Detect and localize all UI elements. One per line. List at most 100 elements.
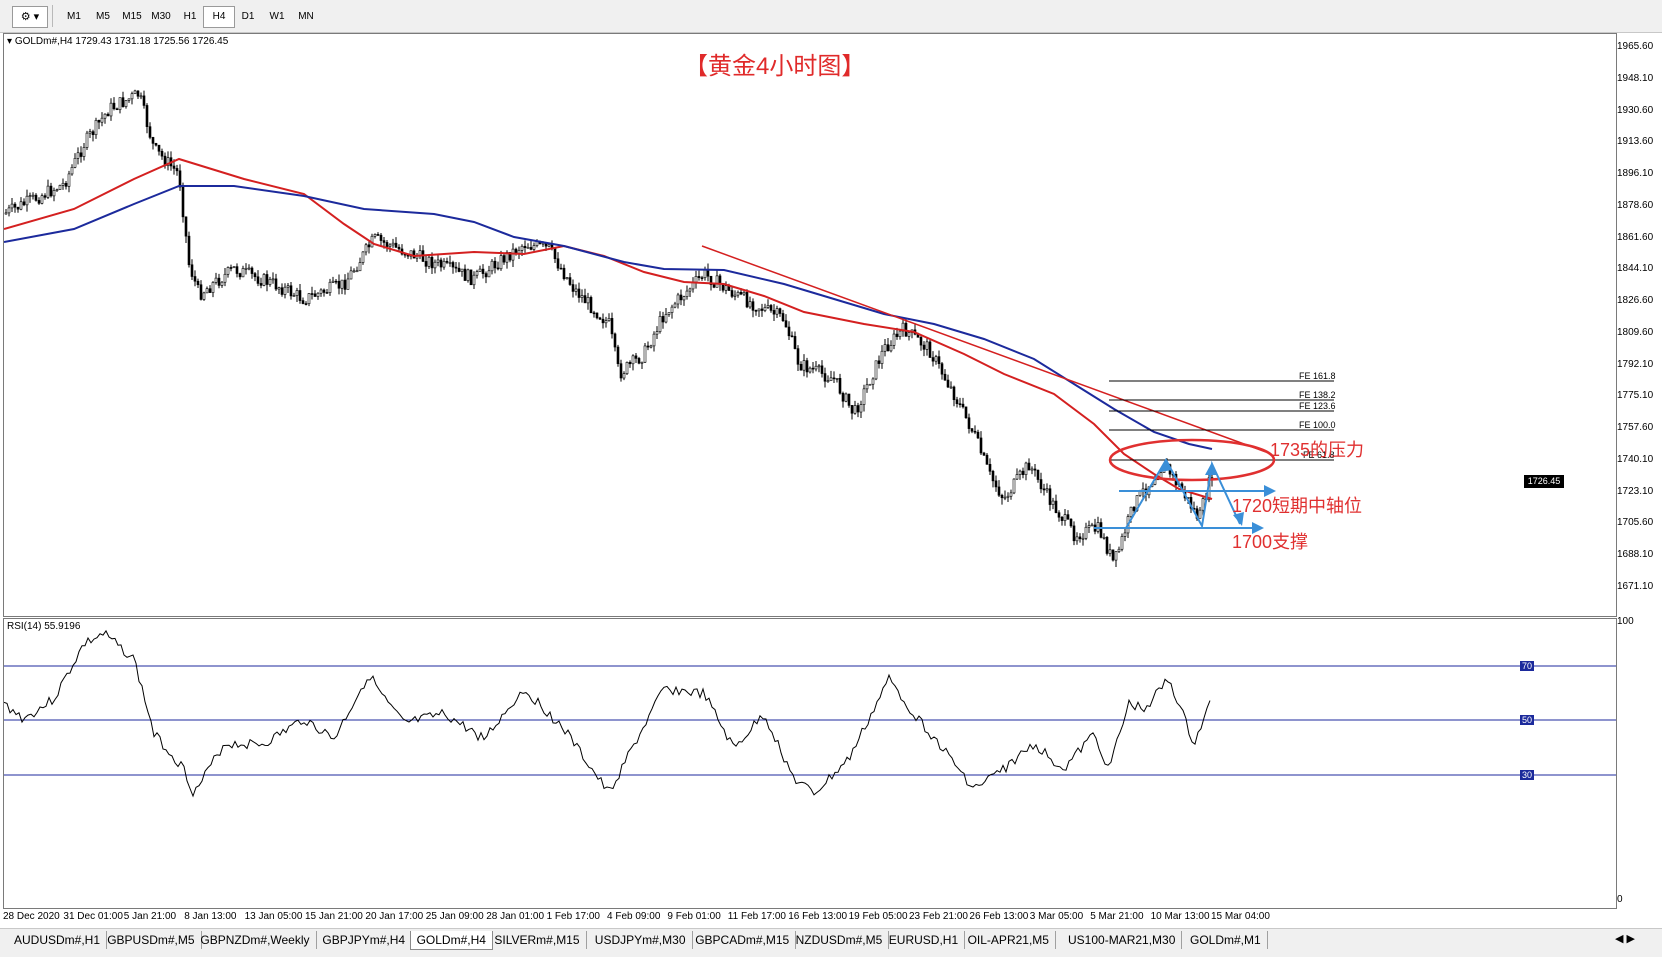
tab-scroll-arrows-icon[interactable]: ◀ ▶: [1615, 932, 1635, 945]
candle-body: [610, 318, 614, 335]
candle-body: [16, 206, 20, 210]
tab-gbpcadm-m15[interactable]: GBPCADm#,M15: [689, 931, 797, 949]
candle-body: [973, 430, 977, 433]
tab-us100-mar21-m30[interactable]: US100-MAR21,M30: [1062, 931, 1183, 949]
tab-gbpjpym-h4[interactable]: GBPJPYm#,H4: [316, 931, 413, 949]
candle-body: [298, 290, 302, 301]
candle-body: [919, 337, 923, 346]
candle-body: [451, 262, 455, 268]
candle-body: [349, 270, 353, 280]
candle-body: [592, 312, 596, 315]
price-axis-label: 1757.60: [1617, 422, 1654, 434]
candle-body: [523, 245, 527, 249]
candle-body: [520, 245, 524, 251]
candle-body: [964, 406, 968, 419]
candle-body: [202, 292, 206, 300]
candle-body: [325, 292, 329, 294]
candle-body: [1129, 506, 1133, 517]
tab-goldm-m1[interactable]: GOLDm#,M1: [1184, 931, 1268, 949]
drawing-tools-dropdown[interactable]: ⚙ ▾: [12, 6, 48, 28]
candle-body: [952, 386, 956, 401]
tab-eurusd-h1[interactable]: EURUSD,H1: [883, 931, 966, 949]
time-axis-label: 11 Feb 17:00: [727, 911, 786, 922]
candle-body: [334, 280, 338, 283]
time-axis-label: 26 Feb 13:00: [969, 911, 1029, 922]
candle-body: [820, 365, 824, 374]
candle-body: [769, 305, 773, 311]
candle-body: [91, 131, 95, 136]
candle-body: [985, 454, 989, 465]
timeframe-m1-button[interactable]: M1: [58, 6, 90, 28]
candle-body: [268, 279, 272, 285]
tab-goldm-h4[interactable]: GOLDm#,H4: [409, 931, 493, 950]
status-bar: [0, 950, 1662, 957]
tab-usdjpym-m30[interactable]: USDJPYm#,M30: [589, 931, 693, 949]
collapse-icon[interactable]: ▾: [7, 36, 12, 47]
tab-audusdm-h1[interactable]: AUDUSDm#,H1: [8, 931, 108, 949]
candle-body: [484, 273, 488, 278]
candle-body: [763, 307, 767, 311]
candle-body: [838, 377, 842, 394]
candle-body: [994, 480, 998, 488]
candle-body: [634, 355, 638, 359]
candle-body: [337, 280, 341, 289]
candle-body: [25, 195, 29, 206]
time-axis-label: 28 Dec 2020: [3, 911, 60, 922]
candle-body: [151, 137, 155, 144]
tab-gbpnzdm-weekly[interactable]: GBPNZDm#,Weekly: [194, 931, 317, 949]
candle-body: [1117, 548, 1121, 552]
timeframe-m5-button[interactable]: M5: [87, 6, 119, 28]
candle-body: [805, 360, 809, 373]
candle-body: [49, 185, 53, 197]
candle-body: [250, 267, 254, 274]
timeframe-h4-button[interactable]: H4: [203, 6, 235, 28]
timeframe-mn-button[interactable]: MN: [290, 6, 322, 28]
candle-body: [721, 283, 725, 291]
candle-body: [226, 267, 230, 275]
candle-body: [466, 269, 470, 281]
candle-body: [469, 269, 473, 286]
timeframe-h1-button[interactable]: H1: [174, 6, 206, 28]
candle-body: [568, 277, 572, 285]
candle-body: [355, 270, 359, 273]
candle-body: [475, 271, 479, 276]
candle-body: [199, 284, 203, 300]
candle-body: [109, 102, 113, 117]
tab-oil-apr21-m5[interactable]: OIL-APR21,M5: [962, 931, 1056, 949]
candle-body: [331, 280, 335, 283]
candle-body: [616, 346, 620, 364]
tab-silverm-m15[interactable]: SILVERm#,M15: [488, 931, 587, 949]
candle-body: [115, 108, 119, 111]
rsi-level-label: 70: [1520, 661, 1535, 671]
candle-body: [880, 350, 884, 364]
moving-average-red-line: [4, 157, 1213, 500]
candle-body: [190, 264, 194, 277]
candle-body: [1078, 536, 1082, 540]
timeframe-d1-button[interactable]: D1: [232, 6, 264, 28]
candle-body: [853, 405, 857, 414]
candle-body: [982, 452, 986, 456]
candle-body: [448, 262, 452, 264]
timeframe-w1-button[interactable]: W1: [261, 6, 293, 28]
candle-body: [244, 267, 248, 270]
candle-body: [388, 244, 392, 247]
timeframe-m30-button[interactable]: M30: [145, 6, 177, 28]
candle-body: [52, 190, 56, 197]
candle-body: [1099, 522, 1103, 538]
price-chart-panel[interactable]: FE 161.8 FE 138.2 FE 123.6 FE 100.0 FE 6…: [3, 33, 1617, 617]
fe-label: FE 138.2: [1299, 390, 1336, 400]
candle-body: [160, 150, 164, 157]
candle-body: [229, 267, 233, 269]
rsi-panel[interactable]: RSI(14) 55.9196 70 50 30: [3, 618, 1617, 909]
timeframe-m15-button[interactable]: M15: [116, 6, 148, 28]
candle-body: [928, 341, 932, 358]
candle-body: [1051, 500, 1055, 505]
candle-body: [823, 373, 827, 382]
tab-nzdusdm-m5[interactable]: NZDUSDm#,M5: [790, 931, 890, 949]
candle-body: [478, 268, 482, 272]
price-axis-label: 1844.10: [1617, 263, 1654, 275]
tab-gbpusdm-m5[interactable]: GBPUSDm#,M5: [101, 931, 202, 949]
candle-body: [553, 247, 557, 260]
candle-body: [661, 316, 665, 323]
symbol-info: ▾ GOLDm#,H4 1729.43 1731.18 1725.56 1726…: [7, 36, 228, 47]
